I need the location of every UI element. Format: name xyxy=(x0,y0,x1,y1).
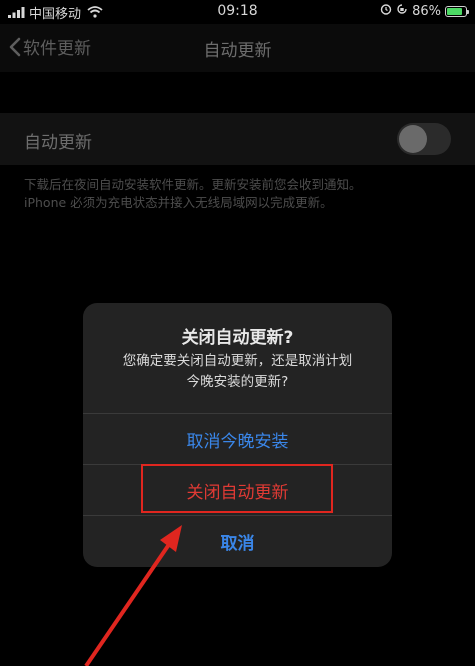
annotation-arrow-icon xyxy=(84,525,182,666)
